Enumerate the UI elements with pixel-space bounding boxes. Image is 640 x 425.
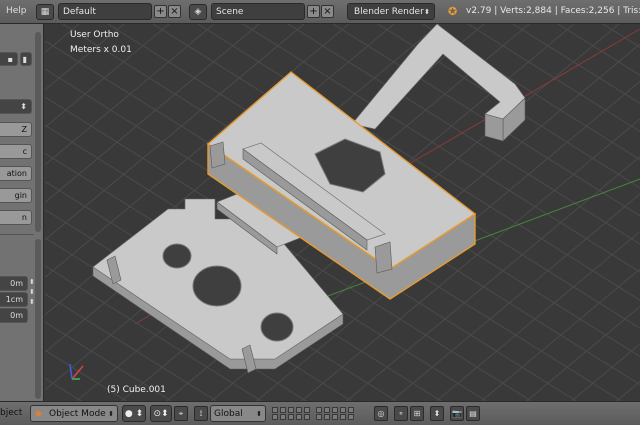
layer-toggle[interactable] [324,407,330,413]
layer-toggle[interactable] [332,407,338,413]
layer-toggle[interactable] [304,414,310,420]
scene-field[interactable]: Scene [211,3,305,20]
toolshelf-button-5[interactable]: n [0,210,32,225]
stepper-arrows-icon[interactable]: ⬍ ⬍ ⬍ [29,277,35,307]
layer-toggle[interactable] [332,414,338,420]
panel-divider [0,234,34,235]
screen-layout-icon[interactable]: ▦ [36,4,54,20]
viewport-canvas [45,24,640,401]
grid-line [570,343,640,401]
toolshelf-button-2[interactable]: c [0,144,32,159]
layer-toggle[interactable] [280,414,286,420]
layer-toggle[interactable] [304,407,310,413]
offset-field-3[interactable]: 0m [0,308,28,323]
layer-toggle[interactable] [272,407,278,413]
transform-icon[interactable]: ⟟ [194,406,208,421]
grid-line [45,24,85,401]
layer-toggle[interactable] [296,414,302,420]
offset-field-1[interactable]: 0m [0,276,28,291]
orientation-label: Global [214,409,243,419]
layer-toggle[interactable] [272,414,278,420]
toolshelf-dropdown[interactable]: ⬍ [0,99,32,114]
toolshelf-button-4[interactable]: gin [0,188,32,203]
shading-icon[interactable]: ● ⬍ [122,405,146,422]
add-scene-icon[interactable]: + [307,5,320,18]
mode-select[interactable]: ◆ Object Mode ⬍ [30,405,118,422]
layer-toggle[interactable] [348,414,354,420]
grid-line [45,24,130,401]
grid-line [45,377,83,401]
cube-icon: ◆ [35,409,42,419]
layer-toggle[interactable] [324,414,330,420]
layer-toggle[interactable] [316,414,322,420]
toolshelf-button-z[interactable]: Z [0,122,32,137]
view-name-label: User Ortho [70,30,119,40]
snap-icon[interactable]: ⊞ [410,406,424,421]
dropdown-arrow-icon-2: ⬍ [256,410,262,418]
dropdown-arrow-icon: ⬍ [424,8,430,16]
grid-line [45,24,80,53]
layer-toggle[interactable] [288,414,294,420]
layer-toggle[interactable] [340,414,346,420]
tool-shelf: ▪ ▮ ⬍ Z c ation gin n 0m 1cm 0m ⬍ ⬍ ⬍ [0,24,44,401]
offset-field-2[interactable]: 1cm [0,292,28,307]
active-object-label: (5) Cube.001 [107,385,166,395]
mode-label: Object Mode [49,409,106,419]
manipulator-icon[interactable]: ⌖ [174,406,188,421]
axis-gizmo [69,363,84,380]
remove-scene-icon[interactable]: × [321,5,334,18]
snap-target-icon[interactable]: ⬍ [430,406,444,421]
info-header: Help ▦ Default + × ◈ Scene + × Blender R… [0,0,640,24]
viewport-header: bject ◆ Object Mode ⬍ ● ⬍ ⊙⬍ ⌖ ⟟ Global … [0,401,640,425]
pivot-icon[interactable]: ⊙⬍ [150,405,172,422]
blender-logo-icon: ✪ [448,5,458,18]
object-menu[interactable]: bject [0,405,22,422]
grid-line [520,24,640,401]
dropdown-arrow-icon: ⬍ [108,410,114,418]
toolshelf-button-3[interactable]: ation [0,166,32,181]
help-menu[interactable]: Help [6,3,27,20]
render-engine-label: Blender Render [354,7,424,17]
units-label: Meters x 0.01 [70,45,132,55]
layer-toggle[interactable] [316,407,322,413]
orientation-select[interactable]: Global ⬍ [210,405,266,422]
render-engine-select[interactable]: Blender Render ⬍ [347,3,435,20]
3d-viewport[interactable]: User Ortho Meters x 0.01 (5) Cube.001 [45,24,640,401]
hook[interactable] [351,24,526,142]
layer-toggle[interactable] [288,407,294,413]
render-icon[interactable]: 📷 [450,406,464,421]
toolshelf-icon-button[interactable]: ▪ [0,52,18,66]
scene-icon[interactable]: ◈ [189,4,207,20]
layer-toggle[interactable] [348,407,354,413]
scene-stats: v2.79 | Verts:2,884 | Faces:2,256 | Tris… [466,6,640,16]
layer-toggle[interactable] [296,407,302,413]
toolshelf-icon-button-2[interactable]: ▮ [20,52,32,66]
toolshelf-scrollbar-top[interactable] [35,32,41,232]
remove-layout-icon[interactable]: × [168,5,181,18]
proportional-icon[interactable]: ⚬ [394,406,408,421]
screen-layout-field[interactable]: Default [58,3,152,20]
add-layout-icon[interactable]: + [154,5,167,18]
layer-toggle[interactable] [280,407,286,413]
lock-layers-icon[interactable]: ◎ [374,406,388,421]
layer-toggle[interactable] [340,407,346,413]
render-anim-icon[interactable]: ▤ [466,406,480,421]
toolshelf-scrollbar-bottom[interactable] [35,239,41,399]
